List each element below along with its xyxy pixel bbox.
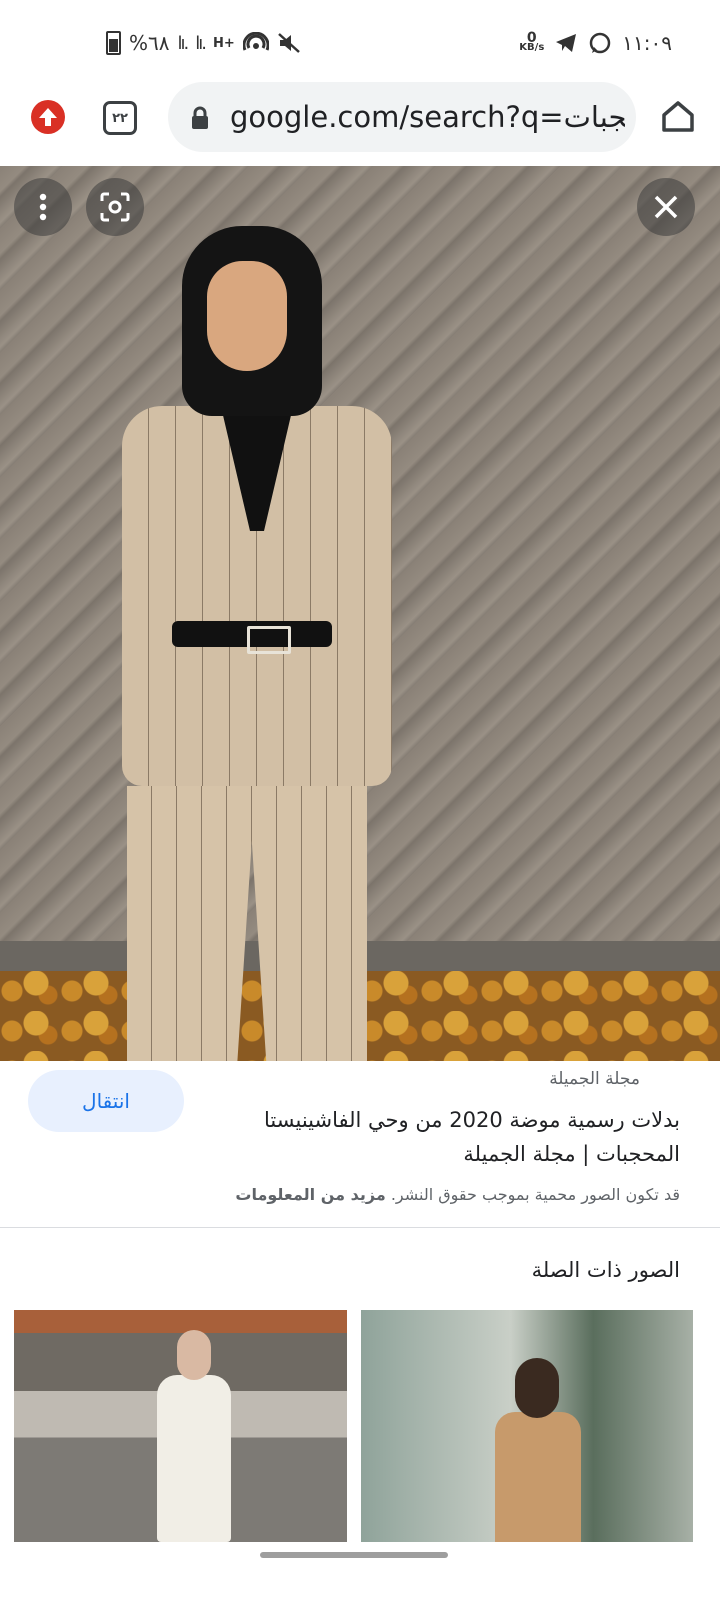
gesture-nav-handle[interactable] bbox=[260, 1552, 448, 1558]
more-info-link[interactable]: مزيد من المعلومات bbox=[235, 1185, 385, 1204]
photo-subject bbox=[112, 226, 432, 1061]
lens-button[interactable] bbox=[86, 178, 144, 236]
net-speed: 0 KB/s bbox=[519, 30, 545, 53]
browser-toolbar: ٢٢ google.com/search?q=تجبات bbox=[0, 78, 720, 166]
hotspot-icon bbox=[242, 32, 269, 51]
status-right: 0 KB/s ١١:٠٩ bbox=[519, 28, 672, 58]
more-options-button[interactable] bbox=[14, 178, 72, 236]
address-bar[interactable]: google.com/search?q=تجبات bbox=[168, 82, 636, 152]
status-left: %٦٨ lı. lı. H+ bbox=[106, 28, 301, 58]
tabs-button[interactable]: ٢٢ bbox=[103, 101, 137, 135]
battery-level: %٦٨ bbox=[129, 31, 170, 55]
close-icon bbox=[654, 195, 678, 219]
home-button[interactable] bbox=[658, 96, 698, 136]
related-images-heading: الصور ذات الصلة bbox=[531, 1258, 680, 1282]
related-image-2[interactable] bbox=[361, 1310, 693, 1542]
whatsapp-icon bbox=[590, 32, 611, 54]
clock: ١١:٠٩ bbox=[622, 31, 672, 55]
visit-button[interactable]: انتقال bbox=[28, 1070, 184, 1132]
related-image-1[interactable] bbox=[14, 1310, 347, 1542]
home-icon bbox=[662, 101, 694, 132]
tab-count: ٢٢ bbox=[112, 110, 128, 126]
status-bar: %٦٨ lı. lı. H+ 0 KB/s ١١:٠٩ bbox=[0, 0, 720, 78]
mute-icon bbox=[277, 33, 300, 53]
battery-icon bbox=[106, 31, 121, 55]
source-site-name[interactable]: مجلة الجميلة bbox=[549, 1069, 640, 1089]
result-title[interactable]: بدلات رسمية موضة 2020 من وحي الفاشينيستا… bbox=[240, 1103, 680, 1171]
telegram-icon bbox=[556, 34, 577, 52]
more-vert-icon bbox=[39, 193, 47, 221]
image-preview[interactable] bbox=[0, 166, 720, 1061]
copyright-text: قد تكون الصور محمية بموجب حقوق النشر. bbox=[390, 1185, 680, 1204]
signal-icon: lı. bbox=[177, 32, 190, 54]
copyright-notice: قد تكون الصور محمية بموجب حقوق النشر. مز… bbox=[235, 1185, 680, 1204]
network-type: H+ bbox=[212, 35, 235, 51]
divider bbox=[0, 1227, 720, 1228]
close-viewer-button[interactable] bbox=[637, 178, 695, 236]
signal-icon-2: lı. bbox=[195, 32, 207, 54]
visit-label: انتقال bbox=[82, 1089, 130, 1113]
lens-icon bbox=[100, 192, 130, 222]
lock-icon bbox=[192, 106, 208, 129]
url-text: google.com/search?q=تجبات bbox=[230, 100, 625, 134]
result-details: مجلة الجميلة بدلات رسمية موضة 2020 من وح… bbox=[0, 1061, 720, 1227]
update-button[interactable] bbox=[31, 100, 65, 134]
update-icon bbox=[39, 108, 57, 126]
